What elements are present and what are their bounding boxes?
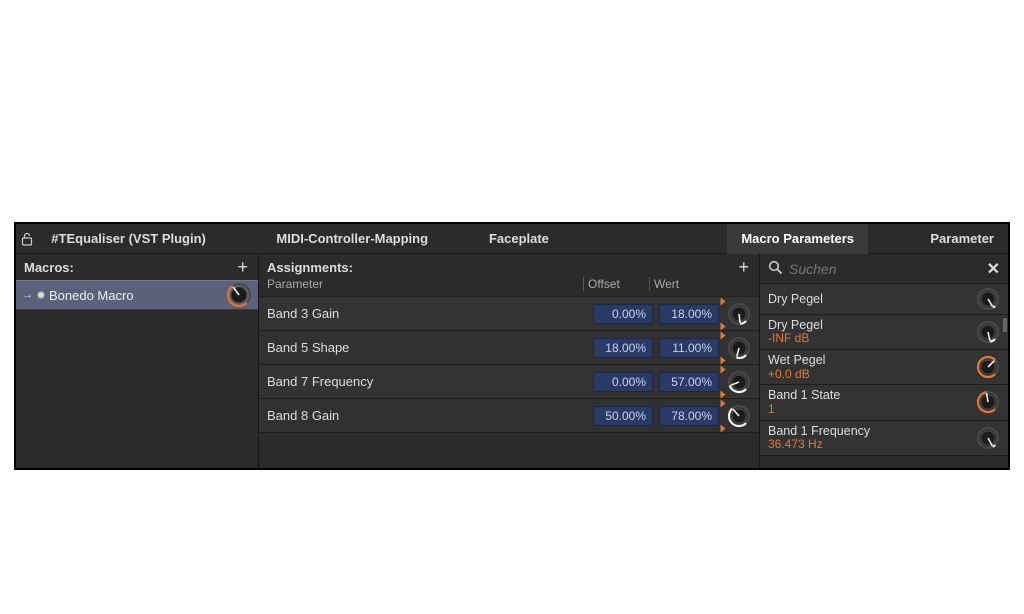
param-row[interactable]: Band 1 Frequency 36.473 Hz xyxy=(760,421,1008,456)
param-knob[interactable] xyxy=(976,287,1000,311)
assign-knob[interactable] xyxy=(727,404,751,428)
assign-param-name: Band 5 Shape xyxy=(267,340,593,355)
macros-panel: Macros: + → Bonedo Macro xyxy=(16,254,259,468)
scrollbar-thumb[interactable] xyxy=(1003,318,1007,332)
param-row[interactable]: Dry Pegel xyxy=(760,284,1008,315)
param-knob[interactable] xyxy=(976,320,1000,344)
param-row[interactable]: Wet Pegel +0.0 dB xyxy=(760,350,1008,385)
wert-value[interactable]: 11.00% xyxy=(659,338,719,358)
tab-macro-parameters[interactable]: Macro Parameters xyxy=(727,224,868,254)
range-min-handle[interactable] xyxy=(721,390,726,398)
clear-search-button[interactable]: ✕ xyxy=(987,259,1000,279)
add-macro-button[interactable]: + xyxy=(235,257,250,278)
offset-value[interactable]: 50.00% xyxy=(593,406,653,426)
bullet-icon xyxy=(37,291,45,299)
assignment-row: Band 3 Gain 0.00% 18.00% xyxy=(259,297,759,331)
search-icon xyxy=(768,260,783,278)
assignments-title: Assignments: xyxy=(267,260,353,275)
param-knob[interactable] xyxy=(976,426,1000,450)
assignments-panel: Assignments: + Parameter Offset Wert Ban… xyxy=(259,254,760,468)
tab-parameter[interactable]: Parameter xyxy=(916,224,1008,254)
lock-icon[interactable] xyxy=(16,232,37,246)
assign-knob[interactable] xyxy=(727,336,751,360)
wert-value[interactable]: 18.00% xyxy=(659,304,719,324)
param-knob[interactable] xyxy=(976,355,1000,379)
param-value: -INF dB xyxy=(768,332,823,346)
assign-knob[interactable] xyxy=(727,302,751,326)
param-row[interactable]: Dry Pegel -INF dB xyxy=(760,315,1008,350)
range-min-handle[interactable] xyxy=(721,322,726,330)
param-value: 1 xyxy=(768,403,840,417)
param-name: Dry Pegel xyxy=(768,318,823,332)
range-max-handle[interactable] xyxy=(721,331,726,339)
plugin-panel: #TEqualiser (VST Plugin) MIDI-Controller… xyxy=(14,222,1010,470)
range-min-handle[interactable] xyxy=(721,356,726,364)
param-name: Band 1 Frequency xyxy=(768,424,870,438)
assignment-row: Band 5 Shape 18.00% 11.00% xyxy=(259,331,759,365)
col-offset: Offset xyxy=(583,277,649,291)
wert-value[interactable]: 57.00% xyxy=(659,372,719,392)
macros-title: Macros: xyxy=(24,260,74,275)
arrow-right-icon: → xyxy=(22,289,33,301)
param-value: 36.473 Hz xyxy=(768,438,870,452)
add-assignment-button[interactable]: + xyxy=(736,257,751,278)
assign-param-name: Band 7 Frequency xyxy=(267,374,593,389)
param-value: +0.0 dB xyxy=(768,368,825,382)
param-name: Dry Pegel xyxy=(768,292,823,306)
offset-value[interactable]: 0.00% xyxy=(593,304,653,324)
range-min-handle[interactable] xyxy=(721,424,726,432)
wert-value[interactable]: 78.00% xyxy=(659,406,719,426)
assign-param-name: Band 3 Gain xyxy=(267,306,593,321)
param-knob[interactable] xyxy=(976,390,1000,414)
param-row[interactable]: Band 1 State 1 xyxy=(760,385,1008,420)
search-input[interactable] xyxy=(789,261,981,277)
tab-plugin-name[interactable]: #TEqualiser (VST Plugin) xyxy=(37,224,220,254)
assign-knob[interactable] xyxy=(727,370,751,394)
macro-label: Bonedo Macro xyxy=(49,288,134,303)
range-max-handle[interactable] xyxy=(721,399,726,407)
assignment-row: Band 8 Gain 50.00% 78.00% xyxy=(259,399,759,433)
tab-faceplate[interactable]: Faceplate xyxy=(475,224,563,254)
assign-param-name: Band 8 Gain xyxy=(267,408,593,423)
macro-item[interactable]: → Bonedo Macro xyxy=(16,280,258,310)
parameter-search-panel: ✕ Dry Pegel Dry Pegel -INF dB Wet Pegel … xyxy=(760,254,1008,468)
macro-knob[interactable] xyxy=(226,282,252,308)
param-name: Wet Pegel xyxy=(768,353,825,367)
offset-value[interactable]: 18.00% xyxy=(593,338,653,358)
tab-midi-mapping[interactable]: MIDI-Controller-Mapping xyxy=(262,224,442,254)
offset-value[interactable]: 0.00% xyxy=(593,372,653,392)
col-wert: Wert xyxy=(649,277,715,291)
range-max-handle[interactable] xyxy=(721,297,726,305)
param-name: Band 1 State xyxy=(768,388,840,402)
range-max-handle[interactable] xyxy=(721,365,726,373)
col-parameter: Parameter xyxy=(267,277,583,291)
assignment-row: Band 7 Frequency 0.00% 57.00% xyxy=(259,365,759,399)
tab-bar: #TEqualiser (VST Plugin) MIDI-Controller… xyxy=(16,224,1008,254)
